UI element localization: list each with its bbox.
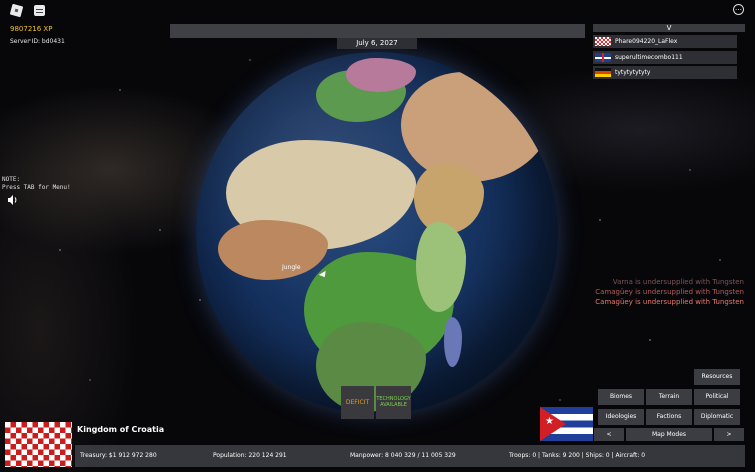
player-list-toggle[interactable]: V: [593, 24, 745, 32]
eastern-europe-region[interactable]: [346, 58, 416, 92]
germany-flag-icon: [595, 68, 611, 77]
notification: Varna is undersupplied with Tungsten: [612, 278, 744, 286]
cuba-flag-icon[interactable]: [540, 407, 593, 441]
treasury-stat: Treasury: $1 912 972 280: [80, 452, 157, 459]
map-mode-prev-button[interactable]: <: [594, 428, 624, 441]
note-text: Press TAB for Menu!: [2, 184, 71, 191]
arabia-region[interactable]: [414, 164, 484, 234]
resources-button[interactable]: Resources: [694, 369, 740, 385]
terrain-button[interactable]: Terrain: [646, 389, 692, 405]
chat-icon[interactable]: [34, 5, 45, 16]
server-id: Server ID: bd0431: [10, 38, 65, 45]
player-name: tytytytytyty: [615, 69, 651, 76]
xp-counter: 9807216 XP: [10, 25, 53, 33]
uk-flag-icon: [595, 53, 611, 62]
world-globe[interactable]: [196, 52, 558, 414]
player-name: Phare094220_LaFlex: [615, 38, 678, 45]
factions-button[interactable]: Factions: [646, 409, 692, 425]
military-stat: Troops: 0 | Tanks: 9 200 | Ships: 0 | Ai…: [509, 452, 646, 459]
top-status-bar: [170, 24, 585, 38]
madagascar-region[interactable]: [444, 317, 462, 367]
croatia-flag-icon[interactable]: [5, 422, 72, 467]
diplomatic-button[interactable]: Diplomatic: [694, 409, 740, 425]
biomes-button[interactable]: Biomes: [598, 389, 644, 405]
more-menu-icon[interactable]: …: [733, 4, 744, 15]
hover-biome-label: Jungle: [282, 264, 301, 271]
tech-line-2: AVAILABLE: [380, 402, 407, 408]
map-mode-next-button[interactable]: >: [714, 428, 744, 441]
game-date: July 6, 2027: [337, 38, 417, 49]
speaker-icon[interactable]: [7, 194, 19, 206]
player-entry[interactable]: tytytytytyty: [593, 66, 737, 79]
ideologies-button[interactable]: Ideologies: [598, 409, 644, 425]
technology-available-alert[interactable]: TECHNOLOGY AVAILABLE: [376, 386, 411, 419]
deficit-alert[interactable]: DEFICIT: [341, 386, 374, 419]
menu-hint: NOTE: Press TAB for Menu!: [2, 176, 71, 192]
west-africa-region[interactable]: [218, 220, 328, 280]
political-button[interactable]: Political: [694, 389, 740, 405]
notification: Camagüey is undersupplied with Tungsten: [595, 288, 744, 296]
note-label: NOTE:: [2, 176, 21, 183]
east-africa-region[interactable]: [416, 222, 466, 312]
manpower-stat: Manpower: 8 040 329 / 11 005 329: [350, 452, 456, 459]
roblox-logo-icon[interactable]: [9, 3, 24, 18]
population-stat: Population: 220 124 291: [213, 452, 287, 459]
croatia-flag-icon: [595, 37, 611, 46]
player-name: superultimecombo111: [615, 54, 683, 61]
country-name: Kingdom of Croatia: [77, 425, 165, 434]
player-entry[interactable]: superultimecombo111: [593, 51, 737, 64]
country-stats-bar: Treasury: $1 912 972 280 Population: 220…: [75, 445, 745, 467]
middle-east-region[interactable]: [401, 72, 551, 182]
notification: Camagüey is undersupplied with Tungsten: [595, 298, 744, 306]
map-modes-label: Map Modes: [626, 428, 712, 441]
player-entry[interactable]: Phare094220_LaFlex: [593, 35, 737, 48]
